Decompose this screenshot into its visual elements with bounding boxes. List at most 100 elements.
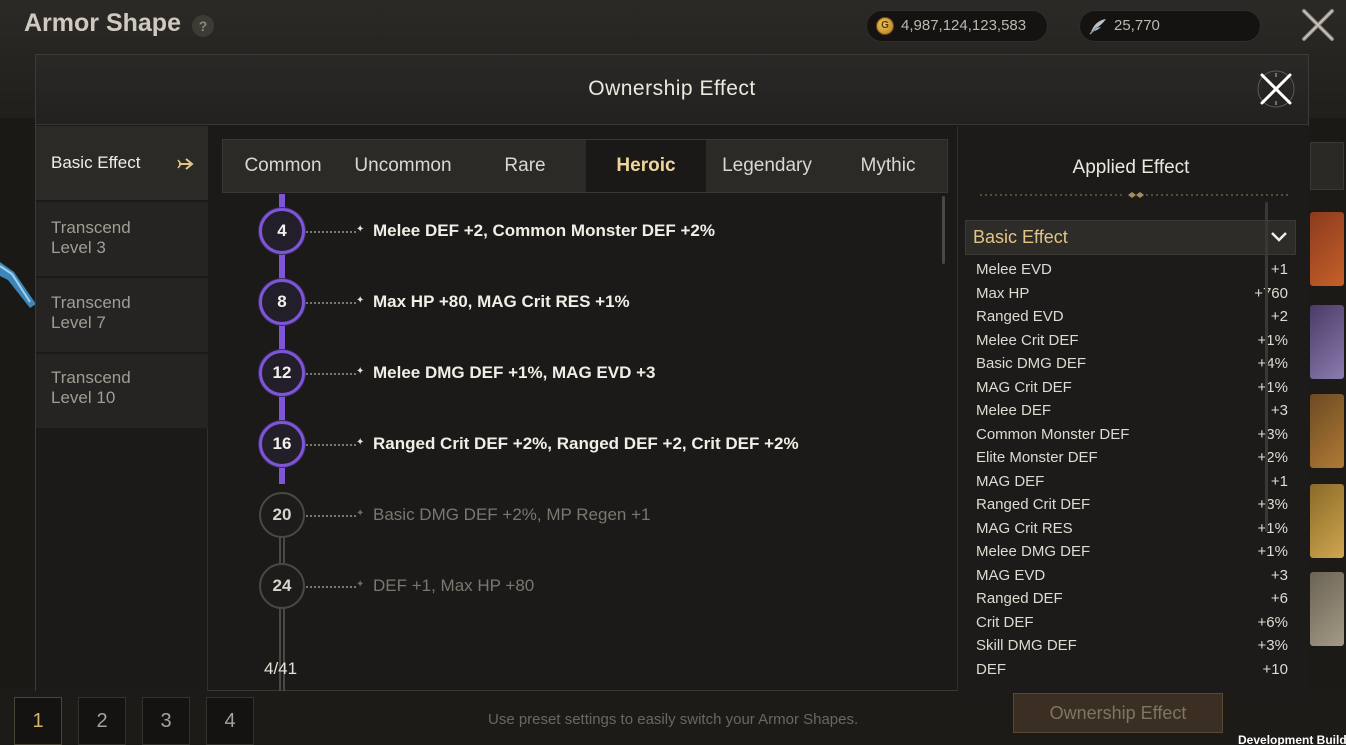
rarity-tabs: Common Uncommon Rare Heroic Legendary My…: [222, 139, 948, 193]
menu-item-label: Transcend Level 10: [51, 368, 131, 407]
armor-card[interactable]: [1310, 572, 1344, 646]
milestone-reward: Melee DMG DEF +1%, MAG EVD +3: [373, 363, 656, 382]
feather-icon: [1089, 19, 1106, 35]
tab-legendary[interactable]: Legendary: [707, 140, 827, 192]
menu-item-label: Transcend Level 3: [51, 218, 131, 257]
section-label: Basic Effect: [973, 227, 1068, 247]
effect-value: +1%: [1257, 331, 1288, 349]
dev-build-label: Development Build: [1238, 733, 1346, 745]
effect-row: Melee EVD +1: [965, 258, 1296, 281]
preset-button-2[interactable]: 2: [78, 697, 126, 745]
effect-value: +10: [1262, 660, 1288, 678]
timeline-scrollbar[interactable]: [942, 196, 945, 264]
milestone-node: 8: [259, 279, 305, 325]
preset-button-1[interactable]: 1: [14, 697, 62, 745]
effect-category-menu: Basic Effect Transcend Level 3 Transcend…: [36, 126, 208, 691]
effect-name: MAG EVD: [976, 566, 1046, 584]
effect-name: MAG Crit DEF: [976, 378, 1072, 396]
effect-row: Ranged Crit DEF +3%: [965, 493, 1296, 516]
armor-card[interactable]: [1310, 484, 1344, 558]
effect-name: Skill DMG DEF: [976, 637, 1077, 654]
effect-name: Basic DMG DEF: [976, 355, 1087, 372]
effect-name: Melee DEF: [976, 402, 1052, 419]
effect-name: Elite Monster DEF: [976, 449, 1098, 466]
effect-value: +3: [1270, 566, 1288, 584]
effect-name: Melee EVD: [976, 261, 1052, 278]
gold-coin-icon: G: [876, 17, 894, 35]
menu-item-transcend-7[interactable]: Transcend Level 7: [36, 278, 208, 352]
menu-item-label: Transcend Level 7: [51, 293, 131, 332]
page-close-icon[interactable]: [1299, 6, 1337, 44]
help-icon[interactable]: ?: [192, 15, 214, 37]
milestone-node: 12: [259, 350, 305, 396]
effect-row: Elite Monster DEF +2%: [965, 446, 1296, 469]
effect-value: +1%: [1257, 519, 1288, 537]
effect-row: MAG DEF +1: [965, 470, 1296, 493]
close-icon[interactable]: [1256, 69, 1296, 109]
milestone-node: 4: [259, 208, 305, 254]
menu-item-label: Basic Effect: [51, 153, 141, 172]
effect-value: +1%: [1257, 543, 1288, 560]
effect-name: Ranged DEF: [976, 590, 1063, 607]
effect-row: Skill DMG DEF +3%: [965, 634, 1296, 657]
tab-uncommon[interactable]: Uncommon: [343, 140, 463, 192]
effect-row: Ranged EVD +2: [965, 305, 1296, 328]
effect-row: Max HP +760: [965, 282, 1296, 305]
ownership-effect-button[interactable]: Ownership Effect: [1013, 693, 1223, 733]
effect-row: MAG EVD +3: [965, 564, 1296, 587]
effect-value: +2%: [1257, 449, 1288, 466]
effect-name: Common Monster DEF: [976, 425, 1130, 443]
preset-button-3[interactable]: 3: [142, 697, 190, 745]
milestone-connector: [306, 586, 356, 588]
tab-heroic[interactable]: Heroic: [586, 140, 706, 192]
effect-value: +6: [1270, 590, 1288, 607]
star-icon: ✦: [356, 295, 365, 306]
effect-value: +4%: [1257, 355, 1288, 372]
milestone-reward: Ranged Crit DEF +2%, Ranged DEF +2, Crit…: [373, 434, 799, 453]
tab-common[interactable]: Common: [223, 140, 343, 192]
effect-name: MAG DEF: [976, 472, 1045, 490]
milestone-reward: Melee DEF +2, Common Monster DEF +2%: [373, 221, 715, 240]
tab-rare[interactable]: Rare: [465, 140, 585, 192]
milestone-connector: [306, 515, 356, 517]
menu-item-basic-effect[interactable]: Basic Effect: [36, 126, 208, 200]
effect-row: Melee DMG DEF +1%: [965, 540, 1296, 563]
milestone-reward: Max HP +80, MAG Crit RES +1%: [373, 292, 630, 311]
milestone-node: 16: [259, 421, 305, 467]
armor-card[interactable]: [1310, 394, 1344, 468]
effect-value: +3%: [1257, 425, 1288, 443]
preset-button-4[interactable]: 4: [206, 697, 254, 745]
ownership-effect-modal: Ownership Effect Basic Effect Transcend …: [35, 54, 1309, 691]
arrow-right-icon: [177, 158, 194, 170]
effect-row: Basic DMG DEF +4%: [965, 352, 1296, 375]
page-title: Armor Shape: [24, 9, 181, 37]
effect-name: Max HP: [976, 284, 1030, 302]
star-icon: ✦: [356, 437, 365, 448]
effect-name: Crit DEF: [976, 613, 1034, 631]
feather-amount: 25,770: [1114, 17, 1160, 34]
star-icon: ✦: [356, 366, 365, 377]
sort-dropdown[interactable]: [1310, 142, 1344, 190]
feather-currency: 25,770: [1079, 10, 1261, 42]
preset-hint: Use preset settings to easily switch you…: [488, 711, 859, 728]
armor-card[interactable]: [1310, 212, 1344, 286]
milestone-timeline: 4 ✦ Melee DEF +2, Common Monster DEF +2%…: [222, 194, 957, 691]
effect-row: MAG Crit DEF +1%: [965, 376, 1296, 399]
modal-header: Ownership Effect: [36, 55, 1308, 125]
armor-card[interactable]: [1310, 305, 1344, 379]
milestone-node: 24: [259, 563, 305, 609]
milestone-connector: [306, 444, 356, 446]
effect-value: +2: [1270, 308, 1288, 325]
effect-name: Ranged EVD: [976, 308, 1064, 325]
applied-effect-scrollbar[interactable]: [1265, 202, 1268, 532]
tab-mythic[interactable]: Mythic: [828, 140, 948, 192]
menu-item-transcend-3[interactable]: Transcend Level 3: [36, 202, 208, 276]
effect-value: +3%: [1257, 496, 1288, 513]
effect-name: Melee DMG DEF: [976, 543, 1091, 560]
effect-row: Melee DEF +3: [965, 399, 1296, 422]
menu-item-transcend-10[interactable]: Transcend Level 10: [36, 354, 208, 428]
modal-title: Ownership Effect: [588, 77, 756, 100]
basic-effect-dropdown[interactable]: Basic Effect: [965, 220, 1296, 255]
star-icon: ✦: [356, 224, 365, 235]
chevron-down-icon: [1271, 232, 1287, 242]
